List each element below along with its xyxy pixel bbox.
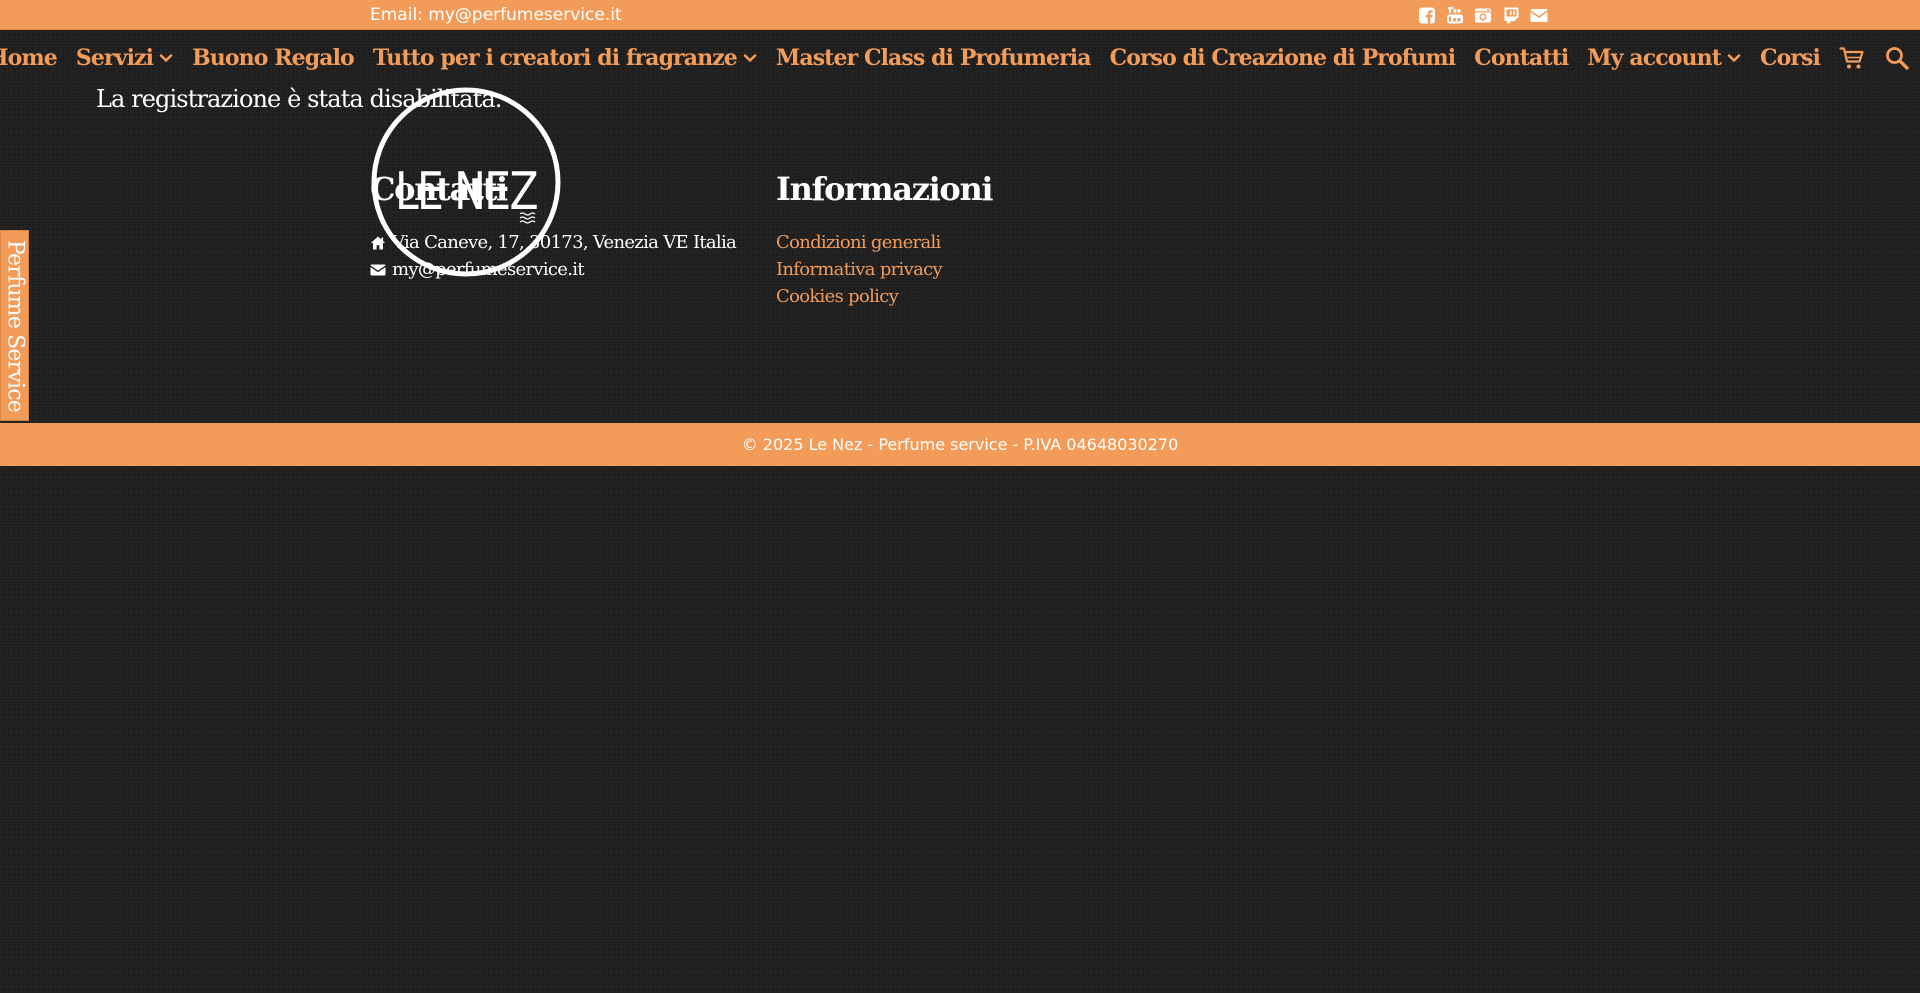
nav-item-my-account[interactable]: My account: [1587, 45, 1741, 71]
link-condizioni-generali[interactable]: Condizioni generali: [776, 232, 941, 253]
nav-item-label: Tutto per i creatori di fragranze: [372, 45, 738, 71]
envelope-icon[interactable]: [1530, 7, 1548, 24]
nav-item-label: Corso di Creazione di Profumi: [1109, 45, 1457, 71]
perfume-service-side-tab[interactable]: Perfume Service: [0, 230, 29, 421]
chevron-down-icon: [743, 54, 757, 62]
chevron-down-icon: [159, 54, 173, 62]
twitch-icon[interactable]: [1502, 7, 1520, 24]
cart-icon[interactable]: [1839, 45, 1865, 71]
search-icon[interactable]: [1884, 45, 1910, 71]
le-nez-logo: LE NEZ: [371, 87, 561, 277]
nav-item-corsi[interactable]: Corsi: [1759, 45, 1821, 71]
nav-item-label: Home: [0, 45, 58, 71]
nav-item-corso[interactable]: Corso di Creazione di Profumi: [1109, 45, 1457, 71]
nav-item-home[interactable]: Home: [0, 45, 58, 71]
info-title: Informazioni: [776, 170, 994, 208]
topbar-email[interactable]: Email: my@perfumeservice.it: [370, 6, 622, 24]
logo-text: LE NEZ: [395, 162, 537, 222]
youtube-icon[interactable]: [1446, 7, 1464, 24]
nav-item-buono-regalo[interactable]: Buono Regalo: [192, 45, 355, 71]
main-nav: Home Servizi Buono Regalo Tutto per i cr…: [0, 40, 1910, 76]
chevron-down-icon: [1727, 54, 1741, 62]
facebook-icon[interactable]: [1418, 7, 1436, 24]
nav-item-contatti[interactable]: Contatti: [1474, 45, 1569, 71]
nav-item-label: Buono Regalo: [192, 45, 355, 71]
nav-item-creatori[interactable]: Tutto per i creatori di fragranze: [373, 45, 757, 71]
top-bar: Email: my@perfumeservice.it: [0, 0, 1920, 30]
instagram-icon[interactable]: [1474, 7, 1492, 24]
social-links: [1418, 7, 1548, 24]
nav-item-master-class[interactable]: Master Class di Profumeria: [775, 45, 1092, 71]
copyright-bar: © 2025 Le Nez - Perfume service - P.IVA …: [0, 423, 1920, 466]
link-cookies-policy[interactable]: Cookies policy: [776, 286, 899, 307]
nav-item-label: Master Class di Profumeria: [775, 45, 1092, 71]
nav-item-label: Servizi: [75, 45, 154, 71]
nav-item-label: My account: [1587, 45, 1722, 71]
link-informativa-privacy[interactable]: Informativa privacy: [776, 259, 943, 280]
nav-item-label: Contatti: [1474, 45, 1569, 71]
nav-item-label: Corsi: [1759, 45, 1821, 71]
copyright-text: © 2025 Le Nez - Perfume service - P.IVA …: [741, 435, 1179, 454]
side-tab-label: Perfume Service: [2, 239, 27, 412]
nav-item-servizi[interactable]: Servizi: [76, 45, 173, 71]
